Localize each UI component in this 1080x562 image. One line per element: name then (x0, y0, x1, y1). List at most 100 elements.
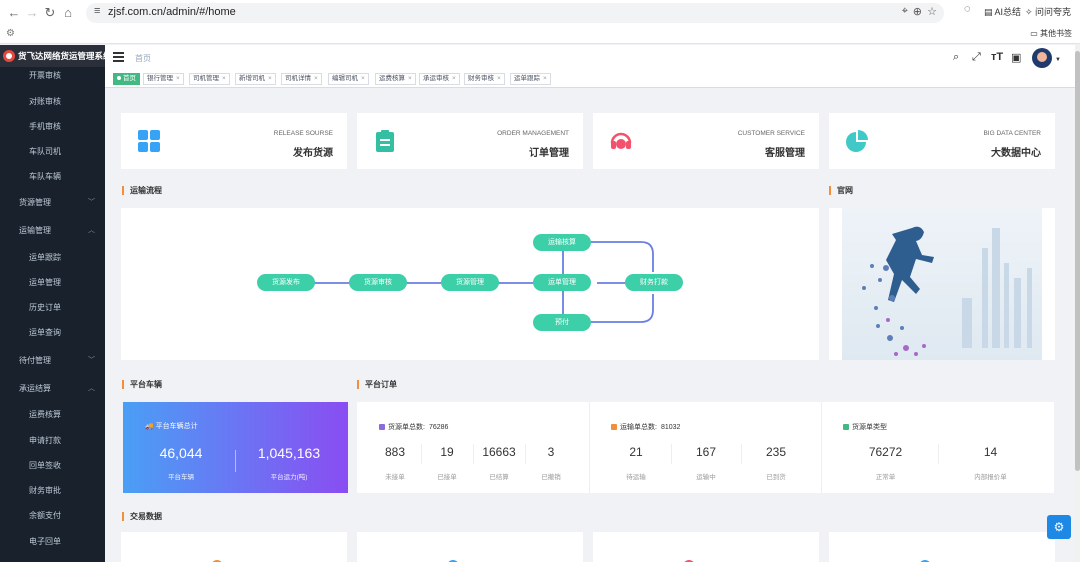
flow-node-5[interactable]: 预付 (533, 314, 591, 331)
caret-down-icon[interactable]: ▼ (1055, 57, 1061, 63)
bookmark-bar-settings-icon[interactable]: ⚙ (6, 28, 15, 39)
tag-label: 承运审核 (423, 75, 449, 82)
headset-icon (609, 129, 633, 153)
sidebar-item-8[interactable]: 运单管理 (0, 272, 105, 294)
flow-node-2[interactable]: 货源管理 (441, 274, 499, 291)
tag-0[interactable]: 首页× (113, 73, 140, 85)
pie-chart-icon (845, 129, 869, 153)
tag-1[interactable]: 银行管理 × (143, 73, 184, 85)
sidebar-group-11[interactable]: 待付管理 ﹀ (0, 350, 105, 372)
sidebar-item-4[interactable]: 车队车辆 (0, 166, 105, 188)
main-scrollbar[interactable] (1075, 45, 1080, 562)
reload-icon[interactable]: ↻ (42, 5, 58, 21)
panel-card-1[interactable]: ORDER MANAGEMENT 订单管理 (357, 113, 583, 169)
other-bookmarks-folder[interactable]: ▭ 其他书签 (1030, 28, 1072, 39)
tag-5[interactable]: 编辑司机 × (328, 73, 369, 85)
tag-4[interactable]: 司机详情 × (281, 73, 322, 85)
chevron-up-icon: ︿ (88, 385, 95, 392)
zoom-icon[interactable]: ⊕ (913, 5, 922, 18)
flow-node-4[interactable]: 运单管理 (533, 274, 591, 291)
flow-node-3[interactable]: 运输核算 (533, 234, 591, 251)
ai-summary-button[interactable]: ▤ AI总结 (984, 5, 1021, 18)
sidebar-item-15[interactable]: 回单签收 (0, 455, 105, 477)
url-text[interactable]: zjsf.com.cn/admin/#/home (108, 6, 236, 18)
sidebar-item-13[interactable]: 运费核算 (0, 404, 105, 426)
tag-6[interactable]: 运费核算 × (375, 73, 416, 85)
tag-8[interactable]: 财务审核 × (464, 73, 505, 85)
tag-label: 运费核算 (379, 75, 405, 82)
fullscreen-icon[interactable]: ⤢ (972, 51, 981, 64)
sidebar-item-18[interactable]: 电子回单 (0, 531, 105, 553)
sidebar-item-3[interactable]: 车队司机 (0, 141, 105, 163)
sidebar-item-2[interactable]: 手机审核 (0, 116, 105, 138)
divider (741, 444, 742, 464)
close-icon[interactable]: × (268, 75, 272, 82)
close-icon[interactable]: × (497, 75, 501, 82)
layout-size-icon[interactable]: ▣ (1011, 51, 1021, 64)
sidebar-group-12[interactable]: 承运结算 ︿ (0, 378, 105, 400)
flow-node-6[interactable]: 财务打款 (625, 274, 683, 291)
app-title: 货飞达网络货运管理系统 (18, 51, 112, 61)
sidebar-group-5[interactable]: 货源管理 ﹀ (0, 192, 105, 214)
tag-7[interactable]: 承运审核 × (419, 73, 460, 85)
settings-gear-icon[interactable]: ⚙ (1047, 515, 1071, 539)
tag-3[interactable]: 新增司机 × (235, 73, 276, 85)
avatar[interactable] (1032, 48, 1052, 68)
sidebar-item-label: 余额支付 (29, 511, 61, 520)
search-icon[interactable]: ⌕ (953, 51, 959, 64)
bookmark-star-icon[interactable]: ☆ (927, 5, 937, 18)
sidebar-logo[interactable]: 货飞达网络货运管理系统 (0, 45, 112, 67)
sidebar-item-7[interactable]: 运单跟踪 (0, 247, 105, 269)
close-icon[interactable]: × (543, 75, 547, 82)
orders-title: 货源单总数: (388, 424, 425, 431)
website-image-card[interactable] (829, 208, 1055, 360)
flow-node-1[interactable]: 货源审核 (349, 274, 407, 291)
vehicle-count: 46,044 (159, 445, 203, 461)
sidebar-item-label: 申请打款 (29, 436, 61, 445)
order-stat-label: 内部报价单 (974, 474, 1007, 481)
close-icon[interactable]: × (176, 75, 180, 82)
extension-chat-icon[interactable]: ◌ (964, 3, 971, 15)
sidebar-item-10[interactable]: 运单查询 (0, 322, 105, 344)
hamburger-icon[interactable] (113, 52, 124, 62)
breadcrumb[interactable]: 首页 (135, 53, 151, 64)
order-stat-value: 21 (629, 445, 643, 459)
sidebar-item-label: 运单管理 (29, 278, 61, 287)
sidebar-group-6[interactable]: 运输管理 ︿ (0, 220, 105, 242)
back-icon[interactable]: ← (6, 5, 22, 21)
close-icon[interactable]: × (452, 75, 456, 82)
font-size-icon[interactable]: ᴛT (991, 51, 1003, 63)
flow-node-0[interactable]: 货源发布 (257, 274, 315, 291)
close-icon[interactable]: × (408, 75, 412, 82)
panel-card-2[interactable]: CUSTOMER SERVICE 客服管理 (593, 113, 819, 169)
order-stat-value: 19 (440, 445, 454, 459)
section-title-vehicles: 平台车辆 (122, 380, 162, 389)
close-icon[interactable]: × (222, 75, 226, 82)
close-icon[interactable]: × (314, 75, 318, 82)
category-icon (843, 424, 849, 431)
site-info-icon[interactable]: ≡ (94, 5, 100, 17)
sidebar-item-label: 运费核算 (29, 410, 61, 419)
location-icon[interactable]: ⌖ (902, 5, 908, 18)
sidebar-item-17[interactable]: 余额支付 (0, 505, 105, 527)
home-icon[interactable]: ⌂ (60, 5, 76, 21)
close-icon[interactable]: × (361, 75, 365, 82)
sidebar-item-0[interactable]: 开票审核 (0, 67, 105, 87)
sidebar-item-16[interactable]: 财务审批 (0, 480, 105, 502)
address-bar[interactable]: ≡ zjsf.com.cn/admin/#/home ⌖ ⊕ ☆ (86, 3, 944, 23)
sidebar-item-14[interactable]: 申请打款 (0, 430, 105, 452)
forward-icon[interactable]: → (24, 5, 40, 21)
chevron-down-icon: ﹀ (88, 199, 95, 206)
sidebar-item-9[interactable]: 历史订单 (0, 297, 105, 319)
ask-quark-button[interactable]: ✧ 问问夸克 (1025, 5, 1071, 18)
sidebar-item-label: 对账审核 (29, 97, 61, 106)
sidebar-item-label: 开票审核 (29, 71, 61, 80)
panel-card-3[interactable]: BIG DATA CENTER 大数据中心 (829, 113, 1055, 169)
tag-9[interactable]: 运单跟踪 × (510, 73, 551, 85)
order-stat-label: 运输中 (696, 474, 716, 481)
sidebar-item-1[interactable]: 对账审核 (0, 91, 105, 113)
tag-label: 司机详情 (285, 75, 311, 82)
panel-card-0[interactable]: RELEASE SOURSE 发布货源 (121, 113, 347, 169)
tag-2[interactable]: 司机管理 × (189, 73, 230, 85)
flow-card: 货源发布 货源审核 货源管理 运输核算运单管理预付 财务打款 (121, 208, 819, 360)
